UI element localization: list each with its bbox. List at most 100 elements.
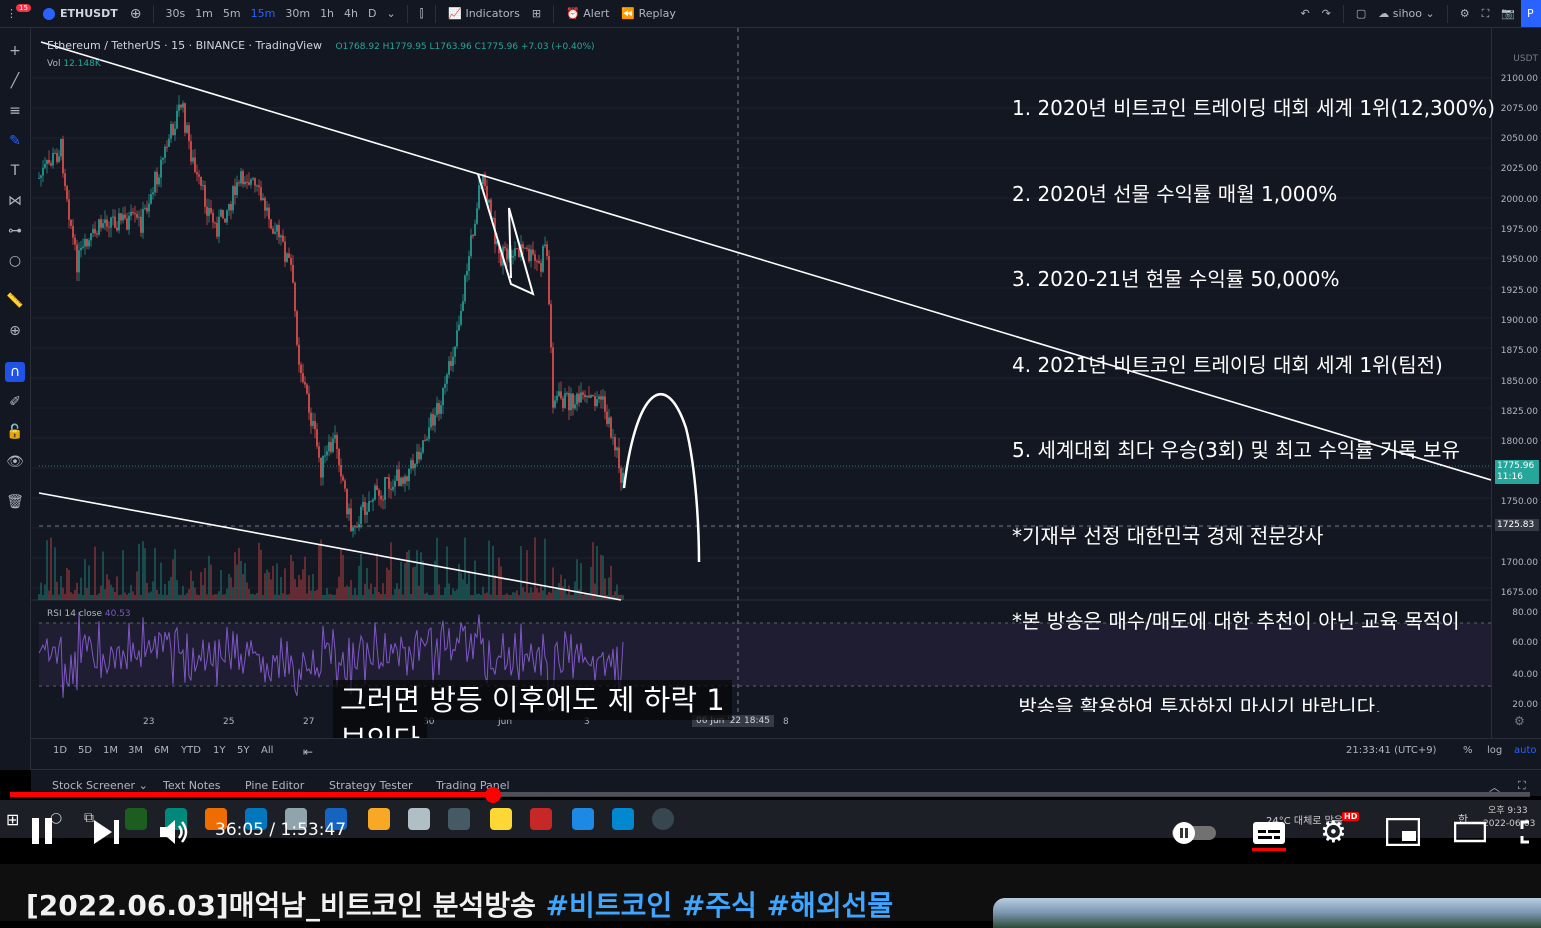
compare-button[interactable]: ⊕ xyxy=(124,6,148,22)
range-3m[interactable]: 3M xyxy=(128,745,143,756)
candle-body xyxy=(264,198,266,211)
range-all[interactable]: All xyxy=(261,745,273,756)
price-label: 1850.00 xyxy=(1500,377,1538,387)
scale-settings-icon[interactable]: ⚙ xyxy=(1514,714,1525,728)
lock-drawing-icon[interactable]: ✐ xyxy=(5,392,25,412)
subtitles-button[interactable] xyxy=(1252,820,1286,856)
candle-body xyxy=(434,415,436,426)
range-5d[interactable]: 5D xyxy=(78,745,92,756)
tf-1h[interactable]: 1h xyxy=(315,7,339,20)
tf-1m[interactable]: 1m xyxy=(190,7,218,20)
tf-30m[interactable]: 30m xyxy=(280,7,315,20)
shape-icon[interactable]: ○ xyxy=(5,251,25,271)
volume-button[interactable] xyxy=(160,818,190,850)
volume-bar xyxy=(58,594,60,600)
volume-bar xyxy=(122,550,124,600)
fullscreen-button[interactable]: ⛶ xyxy=(1476,7,1496,21)
user-menu[interactable]: ☁ sihoo ⌄ xyxy=(1372,7,1440,20)
hand-drawn-arc[interactable] xyxy=(622,393,701,563)
zoom-icon[interactable]: ⊕ xyxy=(5,321,25,341)
replay-button[interactable]: ⏪ Replay xyxy=(615,7,681,20)
auto-toggle[interactable]: auto xyxy=(1514,745,1537,756)
ruler-icon[interactable]: 📏 xyxy=(5,291,25,311)
pattern-icon[interactable]: ⋈ xyxy=(5,191,25,211)
price-scale[interactable]: USDT 2100.00 2075.00 2050.00 2025.00 2000.00… xyxy=(1491,28,1541,738)
tf-d[interactable]: D xyxy=(363,7,381,20)
fullscreen-button[interactable] xyxy=(1520,820,1540,848)
time-axis[interactable]: 23 25 27 30 Jun 3 8 06 Jun '22 18:45 xyxy=(31,712,1491,734)
range-1d[interactable]: 1D xyxy=(53,745,67,756)
chart-type-button[interactable]: ⫿ xyxy=(414,7,430,21)
tab-stock-screener[interactable]: Stock Screener ⌄ xyxy=(52,779,148,792)
layouts-button[interactable]: ⊞ xyxy=(526,7,547,20)
candle-body xyxy=(140,216,142,233)
brush-icon[interactable]: ✎ xyxy=(5,131,25,151)
volume-bar xyxy=(226,588,228,600)
publish-button[interactable]: P xyxy=(1521,0,1541,27)
trash-icon[interactable]: 🗑 xyxy=(5,492,25,512)
crosshair-icon[interactable]: + xyxy=(5,41,25,61)
pause-button[interactable] xyxy=(30,818,54,848)
candle-body xyxy=(424,440,426,442)
range-ytd[interactable]: YTD xyxy=(181,745,201,756)
percent-toggle[interactable]: % xyxy=(1463,745,1473,756)
tab-strategy-tester[interactable]: Strategy Tester xyxy=(329,779,413,792)
theater-button[interactable] xyxy=(1453,820,1487,848)
text-icon[interactable]: T xyxy=(5,161,25,181)
fib-icon[interactable]: ≡ xyxy=(5,101,25,121)
range-1y[interactable]: 1Y xyxy=(213,745,225,756)
volume-bar xyxy=(334,594,336,600)
alert-button[interactable]: ⏰ Alert xyxy=(560,7,615,20)
prediction-icon[interactable]: ⊶ xyxy=(5,221,25,241)
lock-icon[interactable]: 🔓 xyxy=(5,422,25,442)
hashtag[interactable]: #주식 xyxy=(682,889,757,922)
redo-icon: ↷ xyxy=(1321,7,1331,20)
range-6m[interactable]: 6M xyxy=(154,745,169,756)
indicators-button[interactable]: 📈 Indicators xyxy=(442,7,526,20)
range-1m[interactable]: 1M xyxy=(103,745,118,756)
volume-bar xyxy=(436,537,438,600)
candle-body xyxy=(156,171,158,185)
magnet-icon[interactable]: ∩ xyxy=(5,362,25,382)
eye-icon[interactable]: 👁 xyxy=(5,452,25,472)
settings-button[interactable]: ⚙ HD xyxy=(1320,812,1360,848)
volume-bar xyxy=(242,574,244,600)
candle-body xyxy=(102,223,104,228)
next-button[interactable] xyxy=(94,820,120,848)
range-5y[interactable]: 5Y xyxy=(237,745,249,756)
undo-button[interactable]: ↶ xyxy=(1294,7,1315,20)
hashtag[interactable]: #비트코인 xyxy=(546,889,673,922)
menu-button[interactable]: ⋮ 15 xyxy=(0,4,31,20)
goto-date-icon[interactable]: ⇤ xyxy=(303,745,313,759)
tf-30s[interactable]: 30s xyxy=(160,7,190,20)
video-progress-bar[interactable] xyxy=(10,787,1530,803)
log-toggle[interactable]: log xyxy=(1487,745,1502,756)
recommended-thumbnail[interactable] xyxy=(993,898,1541,928)
volume-bar xyxy=(316,589,318,600)
candle-body xyxy=(376,485,378,490)
settings-button[interactable]: ⚙ xyxy=(1454,7,1476,20)
tab-text-notes[interactable]: Text Notes xyxy=(163,779,221,792)
tab-pine-editor[interactable]: Pine Editor xyxy=(245,779,304,792)
trendline-icon[interactable]: ╱ xyxy=(5,71,25,91)
volume-bar xyxy=(558,583,560,600)
progress-scrubber[interactable] xyxy=(484,787,501,803)
fullscreen-layout-button[interactable]: ▢ xyxy=(1350,7,1372,20)
timeframe-dropdown[interactable]: ⌄ xyxy=(382,7,401,20)
hashtag[interactable]: #해외선물 xyxy=(767,889,894,922)
autoplay-toggle[interactable] xyxy=(1172,822,1216,848)
bar-countdown: 11:16 xyxy=(1497,472,1523,482)
redo-button[interactable]: ↷ xyxy=(1316,7,1337,20)
timezone-clock[interactable]: 21:33:41 (UTC+9) xyxy=(1346,745,1436,756)
lower-trendline[interactable] xyxy=(38,492,622,601)
volume-bar xyxy=(528,592,530,600)
maximize-panel-icon[interactable]: ⛶ xyxy=(1518,779,1526,793)
tf-5m[interactable]: 5m xyxy=(218,7,246,20)
overlay-line-3: 3. 2020-21년 현물 수익률 50,000% xyxy=(1012,267,1340,291)
miniplayer-button[interactable] xyxy=(1385,817,1421,850)
current-price: 1775.96 xyxy=(1497,461,1535,471)
tf-15m[interactable]: 15m xyxy=(246,7,281,20)
tf-4h[interactable]: 4h xyxy=(339,7,363,20)
screenshot-button[interactable]: 📷 xyxy=(1495,7,1521,20)
symbol-search[interactable]: ETHUSDT xyxy=(37,7,124,20)
